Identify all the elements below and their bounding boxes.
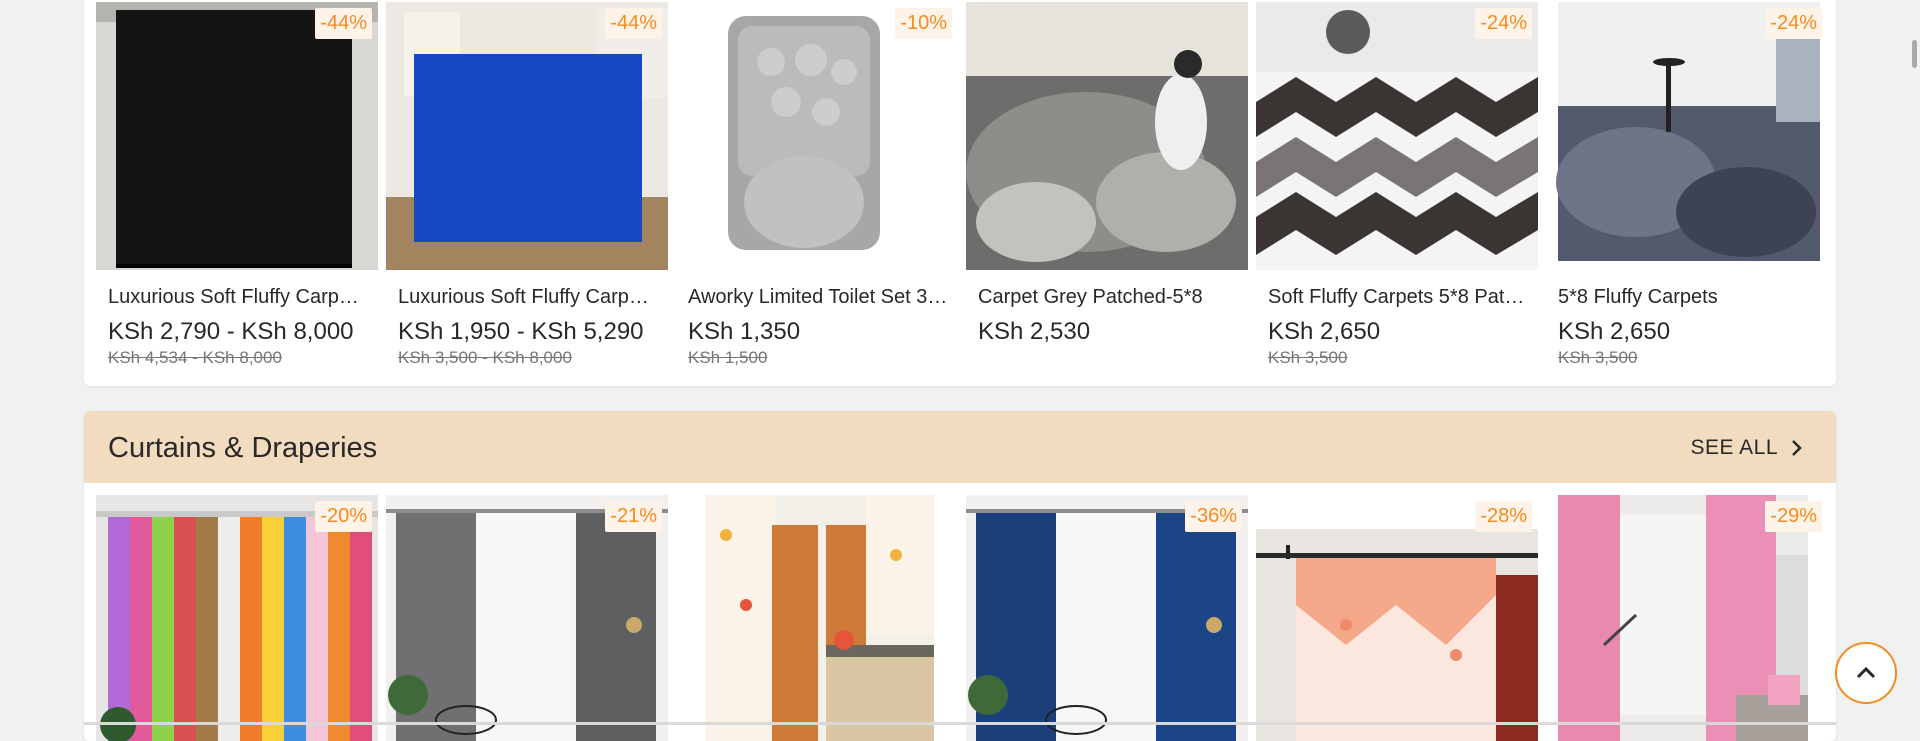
product-old-price: KSh 3,500 - KSh 8,000: [398, 348, 572, 367]
product-image[interactable]: -44%: [386, 2, 668, 270]
product-name[interactable]: Aworky Limited Toilet Set 3pcs: [688, 286, 948, 309]
product-image[interactable]: -10%: [676, 2, 958, 270]
see-all-label: SEE ALL: [1690, 436, 1778, 459]
section-header: Curtains & Draperies SEE ALL: [84, 411, 1836, 483]
product-name[interactable]: 5*8 Fluffy Carpets: [1558, 286, 1818, 309]
discount-badge: -36%: [1185, 501, 1242, 532]
scroll-to-top-button[interactable]: [1835, 642, 1897, 704]
product-image[interactable]: -24%: [1546, 2, 1828, 270]
discount-badge: -44%: [605, 8, 662, 39]
floral-kitchen-curtains-image: [676, 495, 958, 741]
product-price: KSh 1,350: [688, 318, 801, 345]
section-title: Curtains & Draperies: [108, 432, 378, 464]
see-all-link[interactable]: SEE ALL: [1690, 436, 1802, 460]
product-image[interactable]: [966, 2, 1248, 270]
product-old-price: KSh 3,500: [1558, 348, 1638, 367]
product-image[interactable]: -44%: [96, 2, 378, 270]
product-name[interactable]: Soft Fluffy Carpets 5*8 Patterned: [1268, 286, 1528, 309]
discount-badge: -10%: [895, 8, 952, 39]
discount-badge: -20%: [315, 501, 372, 532]
section-divider: [84, 722, 1836, 725]
curtains-section-card: Curtains & Draperies SEE ALL -20% -21% -…: [84, 411, 1836, 741]
product-price: KSh 1,950 - KSh 5,290: [398, 318, 644, 345]
product-image[interactable]: -21%: [386, 495, 668, 741]
product-image[interactable]: -36%: [966, 495, 1248, 741]
discount-badge: -44%: [315, 8, 372, 39]
chevron-right-icon: [1792, 440, 1802, 456]
product-image[interactable]: -20%: [96, 495, 378, 741]
discount-badge: -24%: [1765, 8, 1822, 39]
discount-badge: -21%: [605, 501, 662, 532]
product-image[interactable]: -28%: [1256, 495, 1538, 741]
product-old-price: KSh 3,500: [1268, 348, 1348, 367]
discount-badge: -28%: [1475, 501, 1532, 532]
grey-toilet-mat-set-image: [676, 2, 958, 270]
navy-tie-dye-carpet-image: [1546, 2, 1828, 270]
discount-badge: -24%: [1475, 8, 1532, 39]
zigzag-fluffy-carpet-image: [1256, 2, 1538, 270]
discount-badge: -29%: [1765, 501, 1822, 532]
product-image[interactable]: -29%: [1546, 495, 1828, 741]
product-name[interactable]: Luxurious Soft Fluffy Carpets 5*8: [108, 286, 368, 309]
product-price: KSh 2,530: [978, 318, 1091, 345]
scrollbar-thumb[interactable]: [1912, 40, 1917, 68]
product-image[interactable]: -24%: [1256, 2, 1538, 270]
product-price: KSh 2,650: [1558, 318, 1671, 345]
product-name[interactable]: Carpet Grey Patched-5*8: [978, 286, 1238, 309]
product-price: KSh 2,790 - KSh 8,000: [108, 318, 354, 345]
rugs-section-card: -44% Luxurious Soft Fluffy Carpets 5*8 K…: [84, 0, 1836, 386]
product-old-price: KSh 4,534 - KSh 8,000: [108, 348, 282, 367]
product-image[interactable]: [676, 495, 958, 741]
blue-fluffy-rug-image: [386, 2, 668, 270]
product-price: KSh 2,650: [1268, 318, 1381, 345]
black-fluffy-rug-image: [96, 2, 378, 270]
chevron-up-icon: [1856, 666, 1876, 679]
product-name[interactable]: Luxurious Soft Fluffy Carpets 5*8: [398, 286, 658, 309]
product-old-price: KSh 1,500: [688, 348, 768, 367]
grey-patched-carpet-image: [966, 2, 1248, 270]
